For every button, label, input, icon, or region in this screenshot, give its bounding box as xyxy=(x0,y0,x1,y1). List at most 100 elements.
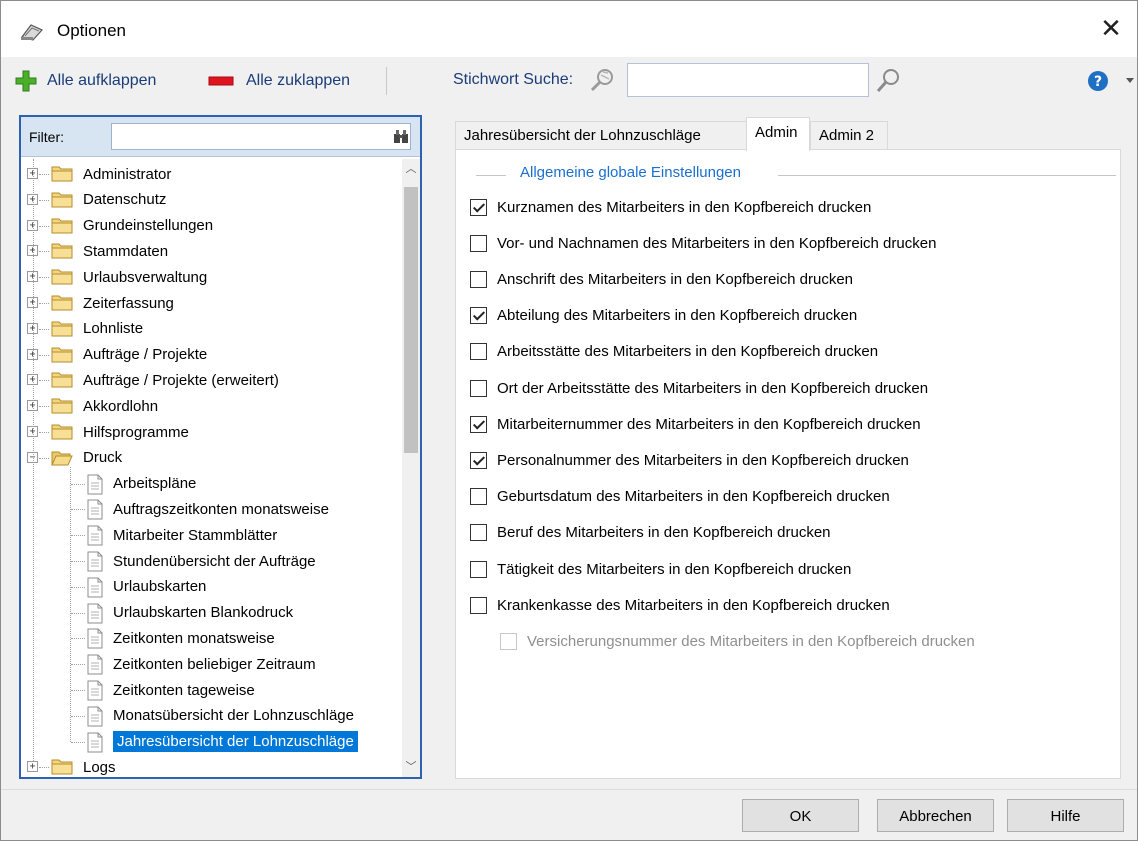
scroll-thumb[interactable] xyxy=(404,187,418,453)
tree-item-lohnliste[interactable]: Lohnliste xyxy=(83,316,143,342)
binoculars-icon[interactable] xyxy=(393,129,409,144)
tree-item-label: Administrator xyxy=(83,165,172,183)
group-header: Allgemeine globale Einstellungen xyxy=(476,164,1116,184)
tree-item-jahresuebersicht-der-lohnzuschlaege[interactable]: Jahresübersicht der Lohnzuschläge xyxy=(113,729,358,755)
option-checkbox-row[interactable]: Arbeitsstätte des Mitarbeiters in den Ko… xyxy=(470,339,878,365)
tree-connector xyxy=(71,561,85,562)
expand-all-label: Alle aufklappen xyxy=(47,72,157,89)
option-label: Mitarbeiternummer des Mitarbeiters in de… xyxy=(497,415,921,433)
group-title: Allgemeine globale Einstellungen xyxy=(520,164,741,181)
filter-bar: Filter: xyxy=(21,117,420,157)
option-checkbox-row[interactable]: Personalnummer des Mitarbeiters in den K… xyxy=(470,447,909,473)
search-options-icon[interactable] xyxy=(589,67,617,93)
folder-icon xyxy=(51,268,73,285)
search-icon[interactable] xyxy=(875,67,903,95)
tree-item-arbeitsplaene[interactable]: Arbeitspläne xyxy=(113,471,196,497)
tree-item-urlaubsverwaltung[interactable]: Urlaubsverwaltung xyxy=(83,264,207,290)
option-checkbox-row[interactable]: Ort der Arbeitsstätte des Mitarbeiters i… xyxy=(470,375,928,401)
tree-item-zeitkonten-beliebiger-zeitraum[interactable]: Zeitkonten beliebiger Zeitraum xyxy=(113,651,316,677)
tree-item-datenschutz[interactable]: Datenschutz xyxy=(83,187,166,213)
tree-scrollbar[interactable]: ︿ ﹀ xyxy=(402,159,420,777)
tree-connector xyxy=(71,509,85,511)
checkbox-checked[interactable] xyxy=(470,198,487,216)
document-icon xyxy=(87,680,103,701)
tree-item-grundeinstellungen[interactable]: Grundeinstellungen xyxy=(83,213,213,239)
folder-icon xyxy=(51,191,73,208)
document-icon xyxy=(87,551,103,572)
tree-item-label: Urlaubskarten Blankodruck xyxy=(113,604,294,622)
tree-connector xyxy=(39,380,49,382)
tree-item-zeitkonten-monatsweise[interactable]: Zeitkonten monatsweise xyxy=(113,625,275,651)
option-checkbox-row[interactable]: Vor- und Nachnamen des Mitarbeiters in d… xyxy=(470,230,936,256)
document-icon xyxy=(87,628,103,649)
tree-connector xyxy=(33,159,34,768)
folder-icon xyxy=(51,346,73,363)
checkbox-unchecked[interactable] xyxy=(470,270,487,288)
checkbox-unchecked[interactable] xyxy=(470,379,487,397)
option-checkbox-row: Versicherungsnummer des Mitarbeiters in … xyxy=(500,628,975,654)
tab-admin[interactable]: Admin xyxy=(746,117,810,151)
tree-connector xyxy=(71,586,85,588)
filter-input[interactable] xyxy=(111,123,411,150)
option-checkbox-row[interactable]: Mitarbeiternummer des Mitarbeiters in de… xyxy=(470,411,921,437)
tree-item-stundenuebersicht-der-auftraege[interactable]: Stundenübersicht der Aufträge xyxy=(113,548,316,574)
document-icon xyxy=(87,499,103,520)
option-checkbox-row[interactable]: Geburtsdatum des Mitarbeiters in den Kop… xyxy=(470,484,890,510)
tree-item-auftraege-projekte-erweitert[interactable]: Aufträge / Projekte (erweitert) xyxy=(83,367,279,393)
tree-item-label: Lohnliste xyxy=(83,320,144,338)
expand-all-button[interactable]: Alle aufklappen xyxy=(15,69,156,93)
option-checkbox-row[interactable]: Krankenkasse des Mitarbeiters in den Kop… xyxy=(470,592,890,618)
scroll-down-arrow[interactable]: ﹀ xyxy=(402,757,420,777)
tree-connector xyxy=(71,741,85,743)
tree-item-urlaubskarten-blankodruck[interactable]: Urlaubskarten Blankodruck xyxy=(113,600,293,626)
search-input[interactable] xyxy=(627,63,869,97)
tree-item-stammdaten[interactable]: Stammdaten xyxy=(83,238,168,264)
help-icon[interactable]: ? xyxy=(1087,70,1109,92)
chevron-down-icon[interactable] xyxy=(1126,78,1134,84)
checkbox-unchecked[interactable] xyxy=(470,234,487,252)
tab-admin-2[interactable]: Admin 2 xyxy=(810,121,888,150)
tree-item-zeiterfassung[interactable]: Zeiterfassung xyxy=(83,290,174,316)
tree-item-akkordlohn[interactable]: Akkordlohn xyxy=(83,393,158,419)
checkbox-unchecked[interactable] xyxy=(470,560,487,578)
collapse-all-button[interactable]: Alle zuklappen xyxy=(208,69,350,93)
option-checkbox-row[interactable]: Tätigkeit des Mitarbeiters in den Kopfbe… xyxy=(470,556,851,582)
checkbox-unchecked[interactable] xyxy=(470,524,487,542)
tree-item-auftraege-projekte[interactable]: Aufträge / Projekte xyxy=(83,342,207,368)
option-checkbox-row[interactable]: Kurznamen des Mitarbeiters in den Kopfbe… xyxy=(470,194,871,220)
tree-item-zeitkonten-tageweise[interactable]: Zeitkonten tageweise xyxy=(113,677,255,703)
option-checkbox-row[interactable]: Anschrift des Mitarbeiters in den Kopfbe… xyxy=(470,266,853,292)
ok-button[interactable]: OK xyxy=(742,799,859,832)
tree-item-administrator[interactable]: Administrator xyxy=(83,161,171,187)
tree-item-druck[interactable]: Druck xyxy=(83,445,122,471)
collapse-all-label: Alle zuklappen xyxy=(246,72,351,89)
option-label: Versicherungsnummer des Mitarbeiters in … xyxy=(527,632,975,650)
tree-item-urlaubskarten[interactable]: Urlaubskarten xyxy=(113,574,206,600)
folder-icon xyxy=(51,371,73,388)
tree-item-logs[interactable]: Logs xyxy=(83,754,116,777)
tree-item-monatsuebersicht-der-lohnzuschlaege[interactable]: Monatsübersicht der Lohnzuschläge xyxy=(113,703,354,729)
tree-item-hilfsprogramme[interactable]: Hilfsprogramme xyxy=(83,419,189,445)
tree-item-auftragszeitkonten-monatsweise[interactable]: Auftragszeitkonten monatsweise xyxy=(113,496,329,522)
tree-connector xyxy=(71,535,85,537)
help-button[interactable]: Hilfe xyxy=(1007,799,1124,832)
checkbox-checked[interactable] xyxy=(470,451,487,469)
checkbox-unchecked[interactable] xyxy=(470,343,487,361)
close-button[interactable]: ✕ xyxy=(1091,9,1131,49)
tree-item-label: Urlaubskarten xyxy=(113,578,207,596)
tree-item-mitarbeiter-stammblaetter[interactable]: Mitarbeiter Stammblätter xyxy=(113,522,277,548)
document-icon xyxy=(87,577,103,598)
option-checkbox-row[interactable]: Abteilung des Mitarbeiters in den Kopfbe… xyxy=(470,303,857,329)
checkbox-checked[interactable] xyxy=(470,307,487,325)
option-label: Kurznamen des Mitarbeiters in den Kopfbe… xyxy=(497,198,872,216)
option-checkbox-row[interactable]: Beruf des Mitarbeiters in den Kopfbereic… xyxy=(470,520,831,546)
checkbox-checked[interactable] xyxy=(470,415,487,433)
scroll-up-arrow[interactable]: ︿ xyxy=(402,159,420,179)
group-line-right xyxy=(778,175,1116,176)
expand-toggle-icon[interactable]: + xyxy=(27,761,38,773)
tree-connector xyxy=(71,664,85,666)
cancel-button[interactable]: Abbrechen xyxy=(877,799,994,832)
checkbox-unchecked[interactable] xyxy=(470,596,487,614)
tab-jahresuebersicht[interactable]: Jahresübersicht der Lohnzuschläge xyxy=(455,121,749,150)
checkbox-unchecked[interactable] xyxy=(470,488,487,506)
